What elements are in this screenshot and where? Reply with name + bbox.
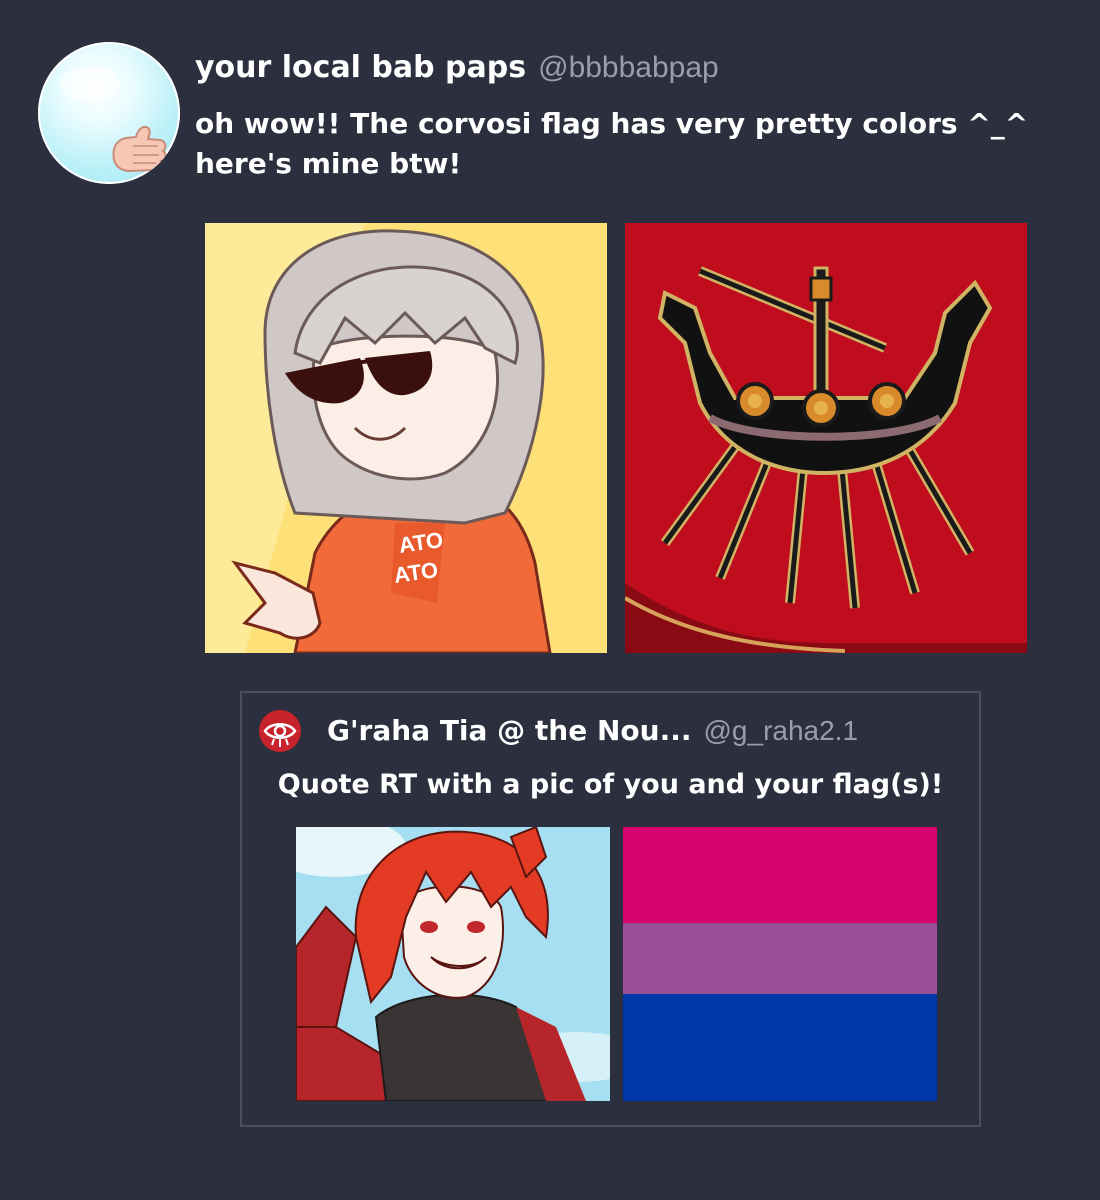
author-avatar[interactable] — [38, 42, 180, 184]
quoted-author-line: G'raha Tia @ the Nou... @g_raha2.1 — [327, 714, 858, 747]
quoted-author-handle[interactable]: @g_raha2.1 — [704, 715, 859, 746]
crystal-eye-emblem-icon[interactable] — [259, 710, 301, 752]
post-text-line: here's mine btw! — [195, 147, 462, 180]
author-name[interactable]: your local bab paps — [195, 50, 526, 85]
thumbs-up-icon — [60, 66, 167, 173]
post-image-corvosi-flag[interactable] — [625, 223, 1027, 653]
quoted-post-text: Quote RT with a pic of you and your flag… — [277, 769, 944, 800]
author-line: your local bab paps @bbbbabpap — [195, 50, 719, 85]
post-text: oh wow!! The corvosi flag has very prett… — [195, 104, 1075, 184]
bi-flag-stripe-purple — [623, 923, 937, 994]
quoted-author-name[interactable]: G'raha Tia @ the Nou... — [327, 714, 692, 747]
post-text-line: oh wow!! The corvosi flag has very prett… — [195, 107, 1029, 140]
quoted-post[interactable]: G'raha Tia @ the Nou... @g_raha2.1 Quote … — [240, 691, 981, 1127]
quoted-image-bi-flag[interactable] — [623, 827, 937, 1101]
author-handle[interactable]: @bbbbabpap — [538, 51, 719, 84]
bi-flag-stripe-blue — [623, 994, 937, 1101]
quoted-image-selfie[interactable] — [296, 827, 610, 1101]
bi-flag-stripe-pink — [623, 827, 937, 923]
post-image-selfie[interactable]: ATO ATO — [205, 223, 607, 653]
